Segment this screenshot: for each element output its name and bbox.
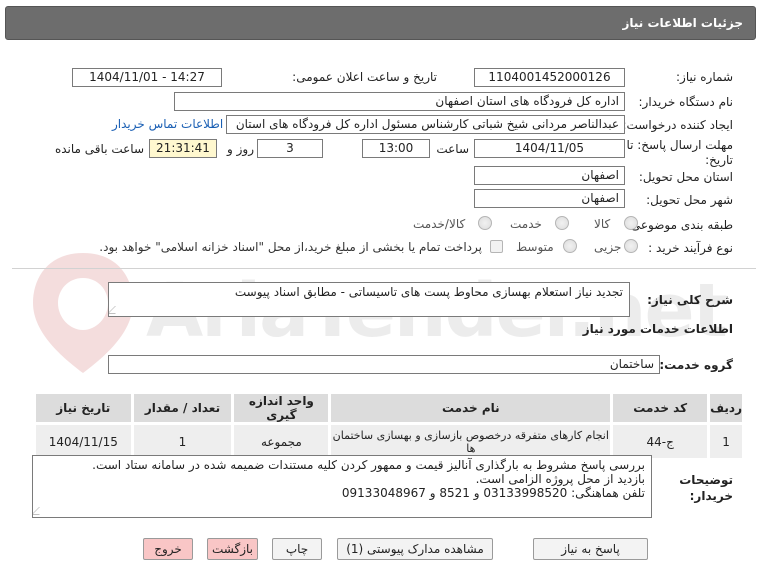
requester-field: عبدالناصر مردانی شیخ شباتی کارشناس مسئول… bbox=[226, 115, 625, 134]
category-service-radio[interactable] bbox=[555, 216, 569, 230]
print-button[interactable]: چاپ bbox=[272, 538, 322, 560]
buyer-notes-textarea[interactable]: بررسی پاسخ مشروط به بارگذاری آنالیز قیمت… bbox=[32, 455, 652, 518]
col-quantity: تعداد / مقدار bbox=[130, 391, 235, 425]
col-service-name: نام خدمت bbox=[328, 391, 614, 425]
deadline-label: مهلت ارسال پاسخ: تا bbox=[626, 138, 733, 152]
resize-handle-icon[interactable] bbox=[33, 507, 47, 515]
deadline-label-date: تاریخ: bbox=[705, 153, 733, 167]
treasury-bonds-checkbox[interactable] bbox=[490, 240, 503, 253]
col-row-number: ردیف bbox=[707, 391, 745, 425]
resize-handle-icon[interactable] bbox=[109, 306, 123, 314]
category-service-label: خدمت bbox=[510, 217, 542, 231]
back-button[interactable]: بازگشت bbox=[207, 538, 258, 560]
category-goods-service-label: کالا/خدمت bbox=[413, 217, 466, 231]
announce-date-field: 1404/11/01 - 14:27 bbox=[72, 68, 222, 87]
buyer-notes-label-2: خریدار: bbox=[689, 489, 733, 503]
need-details-page: جزئیات اطلاعات نیاز AriaTender.net شماره… bbox=[0, 0, 761, 574]
process-type-label: نوع فرآیند خرید : bbox=[648, 241, 733, 255]
announce-date-label: تاریخ و ساعت اعلان عمومی: bbox=[292, 70, 437, 84]
deadline-date-field: 1404/11/05 bbox=[474, 139, 625, 158]
process-medium-radio[interactable] bbox=[563, 239, 577, 253]
buyer-notes-label: توضیحات bbox=[679, 473, 733, 487]
cell-row-number: 1 bbox=[707, 422, 745, 461]
delivery-province-label: استان محل تحویل: bbox=[638, 170, 733, 184]
delivery-city-label: شهر محل تحویل: bbox=[646, 193, 733, 207]
category-goods-radio[interactable] bbox=[624, 216, 638, 230]
process-medium-label: متوسط bbox=[516, 240, 554, 254]
category-label: طبقه بندی موضوعی: bbox=[626, 218, 733, 232]
process-minor-label: جزیی bbox=[594, 240, 622, 254]
category-goods-service-radio[interactable] bbox=[478, 216, 492, 230]
page-title: جزئیات اطلاعات نیاز bbox=[622, 16, 743, 30]
process-minor-radio[interactable] bbox=[624, 239, 638, 253]
buyer-contact-link[interactable]: اطلاعات تماس خریدار bbox=[112, 117, 223, 131]
category-goods-label: کالا bbox=[594, 217, 611, 231]
remaining-time-label: ساعت باقی مانده bbox=[54, 142, 144, 156]
need-number-field: 1104001452000126 bbox=[474, 68, 625, 87]
col-unit: واحد اندازه گیری bbox=[231, 391, 332, 425]
delivery-province-field: اصفهان bbox=[474, 166, 625, 185]
col-need-date: تاریخ نیاز bbox=[33, 391, 134, 425]
treasury-bonds-note: پرداخت تمام یا بخشی از مبلغ خرید،از محل … bbox=[99, 240, 482, 254]
section-divider bbox=[12, 268, 756, 269]
need-number-label: شماره نیاز: bbox=[676, 70, 733, 84]
days-label: روز و bbox=[227, 142, 254, 156]
buyer-notes-line-2: بازدید از محل پروژه الزامی است. bbox=[475, 472, 645, 486]
summary-text: تجدید نیاز استعلام بهسازی محاوط پست های … bbox=[234, 285, 623, 299]
requester-label: ایجاد کننده درخواست: bbox=[622, 118, 733, 132]
buyer-org-field: اداره کل فرودگاه های استان اصفهان bbox=[174, 92, 625, 111]
services-table: ردیف کد خدمت نام خدمت واحد اندازه گیری ت… bbox=[33, 391, 745, 461]
service-group-field: ساختمان bbox=[108, 355, 660, 374]
deadline-time-field: 13:00 bbox=[362, 139, 430, 158]
days-remaining-field: 3 bbox=[257, 139, 323, 158]
page-header: جزئیات اطلاعات نیاز bbox=[5, 6, 756, 40]
summary-textarea[interactable]: تجدید نیاز استعلام بهسازی محاوط پست های … bbox=[108, 282, 630, 317]
buyer-org-label: نام دستگاه خریدار: bbox=[638, 95, 734, 109]
exit-button[interactable]: خروج bbox=[143, 538, 193, 560]
service-group-label: گروه خدمت: bbox=[659, 358, 733, 372]
deadline-time-label: ساعت bbox=[436, 142, 469, 156]
delivery-city-field: اصفهان bbox=[474, 189, 625, 208]
remaining-time-field: 21:31:41 bbox=[149, 139, 217, 158]
view-attachments-button[interactable]: مشاهده مدارک پیوستی (1) bbox=[337, 538, 493, 560]
buyer-notes-line-3: تلفن هماهنگی: 03133998520 و 8521 و 09133… bbox=[341, 486, 645, 500]
reply-to-need-button[interactable]: پاسخ به نیاز bbox=[533, 538, 648, 560]
col-service-code: کد خدمت bbox=[610, 391, 711, 425]
table-header-row: ردیف کد خدمت نام خدمت واحد اندازه گیری ت… bbox=[33, 391, 745, 425]
services-section-title: اطلاعات خدمات مورد نیاز bbox=[582, 322, 733, 336]
buyer-notes-line-1: بررسی پاسخ مشروط به بارگذاری آنالیز قیمت… bbox=[92, 458, 645, 472]
summary-label: شرح کلی نیاز: bbox=[647, 293, 733, 307]
